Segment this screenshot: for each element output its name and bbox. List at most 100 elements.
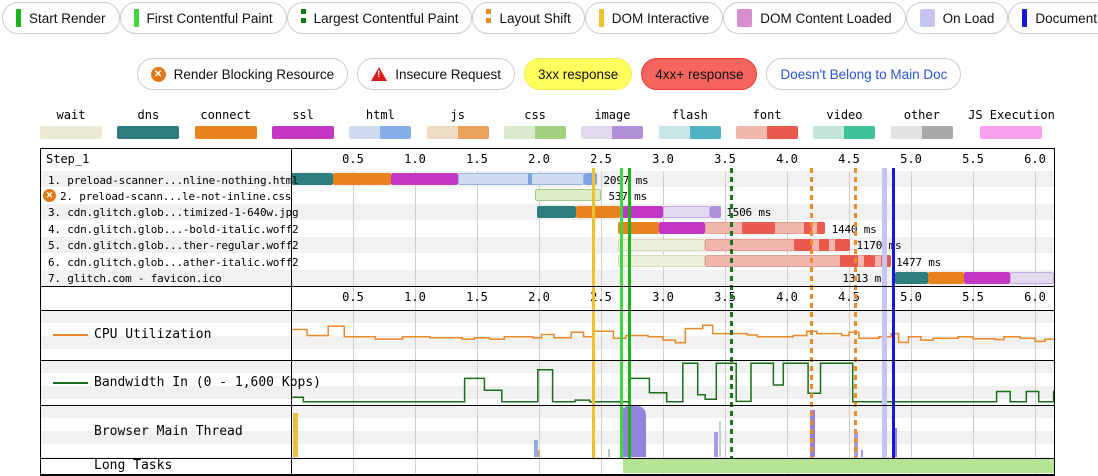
section-separator: [40, 405, 1055, 406]
resource-type-swatch: [736, 126, 798, 139]
resource-type-label: font: [753, 108, 782, 122]
request-label[interactable]: 1. preload-scanner...nline-nothing.html: [48, 174, 298, 187]
request-duration: 1477 ms: [896, 256, 941, 269]
request-label[interactable]: 6. cdn.glitch.glob...ather-italic.woff2: [48, 256, 298, 269]
request-label[interactable]: 5. cdn.glitch.glob...ther-regular.woff2: [48, 239, 298, 252]
axis-tick-label: 5.5: [953, 290, 993, 304]
resource-type-dns: dns: [117, 108, 179, 139]
axis-tick-label: 0.5: [333, 152, 373, 166]
main-thread-spike: [861, 450, 863, 457]
axis-tick-label: 3.5: [705, 290, 745, 304]
step-label: Step_1: [46, 152, 89, 166]
waterfall-bar-image_dark: [710, 206, 721, 218]
resource-type-label: connect: [200, 108, 251, 122]
resource-type-swatch: [272, 126, 334, 139]
resource-type-label: ssl: [292, 108, 314, 122]
marker-layout-shift-1: [810, 168, 813, 458]
resource-type-image: image: [581, 108, 643, 139]
waterfall-bar-connect: [576, 206, 619, 218]
dom-content-loaded-marker-icon: [737, 9, 752, 27]
legend-document-complete: Document Complete: [1008, 2, 1098, 34]
timing-marker-legend: Start RenderFirst Contentful PaintLarges…: [0, 0, 1098, 34]
cpu-utilization-line: [291, 310, 1055, 360]
dom-interactive-marker-icon: [599, 9, 604, 27]
on-load-marker-icon: [920, 9, 935, 27]
legend-label: DOM Interactive: [612, 11, 710, 26]
bandwidth-in-line: [291, 360, 1055, 405]
waterfall-bar-image_light: [663, 206, 710, 218]
waterfall-bar-html_dark: [528, 173, 532, 185]
request-duration: 1313 ms: [817, 272, 887, 285]
request-label[interactable]: 3. cdn.glitch.glob...timized-1-640w.jpg: [48, 206, 298, 219]
axis-tick-label: 2.5: [581, 290, 621, 304]
waterfall-table: 0.51.01.52.02.53.03.54.04.55.05.56.00.51…: [40, 148, 1055, 476]
document-complete-marker-icon: [1022, 9, 1027, 27]
waterfall-bar-ssl: [659, 222, 705, 234]
bandwidth-in-label: Bandwidth In (0 - 1,600 Kbps): [94, 375, 321, 390]
table-right-border: [1054, 148, 1055, 476]
badge-4xx-response: 4xx+ response: [641, 58, 757, 90]
axis-tick-label: 0.5: [333, 290, 373, 304]
badge-doesnt-belong-main-doc[interactable]: Doesn't Belong to Main Doc: [766, 58, 961, 90]
resource-type-label: JS Execution: [968, 108, 1055, 122]
badge-label: Insecure Request: [395, 67, 501, 82]
layout-shift-marker-icon: [486, 9, 491, 27]
axis-tick-label: 3.0: [643, 290, 683, 304]
resource-type-legend: waitdnsconnectsslhtmljscssimageflashfont…: [40, 108, 1055, 139]
waterfall-bar-font_dark: [742, 222, 774, 234]
resource-type-swatch: [659, 126, 721, 139]
axis-tick-label: 5.0: [891, 152, 931, 166]
marker-dom-interactive: [592, 168, 595, 458]
resource-type-label: html: [366, 108, 395, 122]
long-tasks-label: Long Tasks: [94, 458, 172, 473]
axis-tick-label: 6.0: [1015, 152, 1055, 166]
waterfall-bar-font_dark: [794, 239, 811, 251]
request-label[interactable]: 2. preload-scann...le-not-inline.css: [60, 190, 291, 203]
axis-tick-label: 3.0: [643, 152, 683, 166]
marker-largest-contentful-paint: [730, 168, 733, 458]
axis-tick-label: 3.5: [705, 152, 745, 166]
axis-tick-label: 4.0: [767, 152, 807, 166]
badge-label: Render Blocking Resource: [174, 67, 335, 82]
legend-label: First Contentful Paint: [147, 11, 273, 26]
legend-largest-contentful-paint: Largest Contentful Paint: [287, 2, 473, 34]
largest-contentful-paint-marker-icon: [301, 9, 306, 27]
resource-type-swatch: [40, 126, 102, 139]
warning-icon: !: [371, 67, 387, 81]
resource-type-swatch: [813, 126, 875, 139]
axis-tick-label: 2.0: [519, 152, 559, 166]
axis-tick-label: 5.5: [953, 152, 993, 166]
axis-tick-label: 5.0: [891, 290, 931, 304]
section-separator: [40, 458, 1055, 459]
axis-tick-label: 6.0: [1015, 290, 1055, 304]
resource-type-label: video: [826, 108, 862, 122]
waterfall-bar-wait: [618, 255, 705, 267]
request-duration: 1506 ms: [726, 206, 771, 219]
label-chart-divider: [291, 148, 292, 476]
badge-insecure-request: ! Insecure Request: [357, 58, 515, 90]
axis-tick-label: 2.5: [581, 152, 621, 166]
resource-type-label: wait: [57, 108, 86, 122]
resource-type-css: css: [504, 108, 566, 139]
marker-first-contentful-paint: [620, 168, 623, 458]
resource-type-flash: flash: [659, 108, 721, 139]
render-blocking-icon: ✕: [43, 189, 56, 202]
status-badge-legend: ✕ Render Blocking Resource! Insecure Reque…: [0, 58, 1098, 90]
marker-layout-shift-2: [854, 168, 857, 458]
waterfall-bar-font_dark: [835, 239, 850, 251]
legend-layout-shift: Layout Shift: [472, 2, 584, 34]
legend-dom-interactive: DOM Interactive: [585, 2, 724, 34]
request-label[interactable]: 4. cdn.glitch.glob...-bold-italic.woff2: [48, 223, 298, 236]
render-blocking-icon: ✕: [151, 67, 166, 82]
request-label[interactable]: 7. glitch.com - favicon.ico: [48, 272, 221, 285]
waterfall-bar-font_dark: [817, 222, 826, 234]
resource-type-other: other: [891, 108, 953, 139]
section-separator: [40, 360, 1055, 361]
resource-type-ssl: ssl: [272, 108, 334, 139]
legend-label: Largest Contentful Paint: [314, 11, 459, 26]
resource-type-swatch: [581, 126, 643, 139]
browser-main-thread-label: Browser Main Thread: [94, 424, 243, 439]
marker-on-load: [882, 168, 887, 458]
main-thread-spike: [719, 421, 721, 457]
webpagetest-waterfall-view: Start RenderFirst Contentful PaintLarges…: [0, 0, 1098, 476]
